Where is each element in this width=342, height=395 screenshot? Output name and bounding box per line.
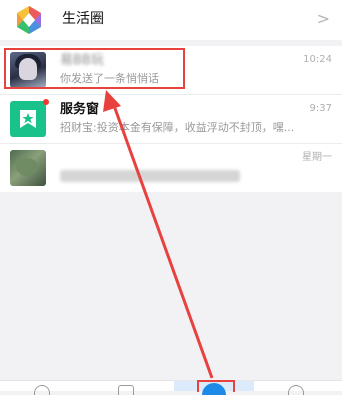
life-circle-label: 生活圈 <box>62 11 104 27</box>
highlight-box <box>4 48 185 89</box>
me-tab[interactable] <box>288 385 304 395</box>
tab-bar <box>0 380 342 395</box>
chat-preview: 招财宝:投资本金有保障，收益浮动不封顶，嘿... <box>60 121 295 134</box>
friends-tab-highlight <box>197 380 235 392</box>
chat-time: 9:37 <box>309 103 332 114</box>
blurred-preview <box>60 170 240 182</box>
chat-time: 星期一 <box>302 152 332 163</box>
unread-dot <box>43 99 49 105</box>
home-tab[interactable] <box>34 385 50 395</box>
life-circle-icon <box>17 6 41 34</box>
chat-time: 10:24 <box>303 54 332 65</box>
koubei-tab[interactable] <box>118 385 134 395</box>
service-window-icon <box>10 101 46 137</box>
chevron-right-icon: > <box>316 9 330 28</box>
life-circle-row[interactable]: 生活圈 > <box>0 0 342 40</box>
chat-row-3[interactable]: 星期一 <box>0 144 342 192</box>
chat-name: 服务窗 <box>60 102 100 117</box>
photo-avatar <box>10 150 46 186</box>
chat-row-2[interactable]: 服务窗 招财宝:投资本金有保障，收益浮动不封顶，嘿... 9:37 <box>0 95 342 144</box>
